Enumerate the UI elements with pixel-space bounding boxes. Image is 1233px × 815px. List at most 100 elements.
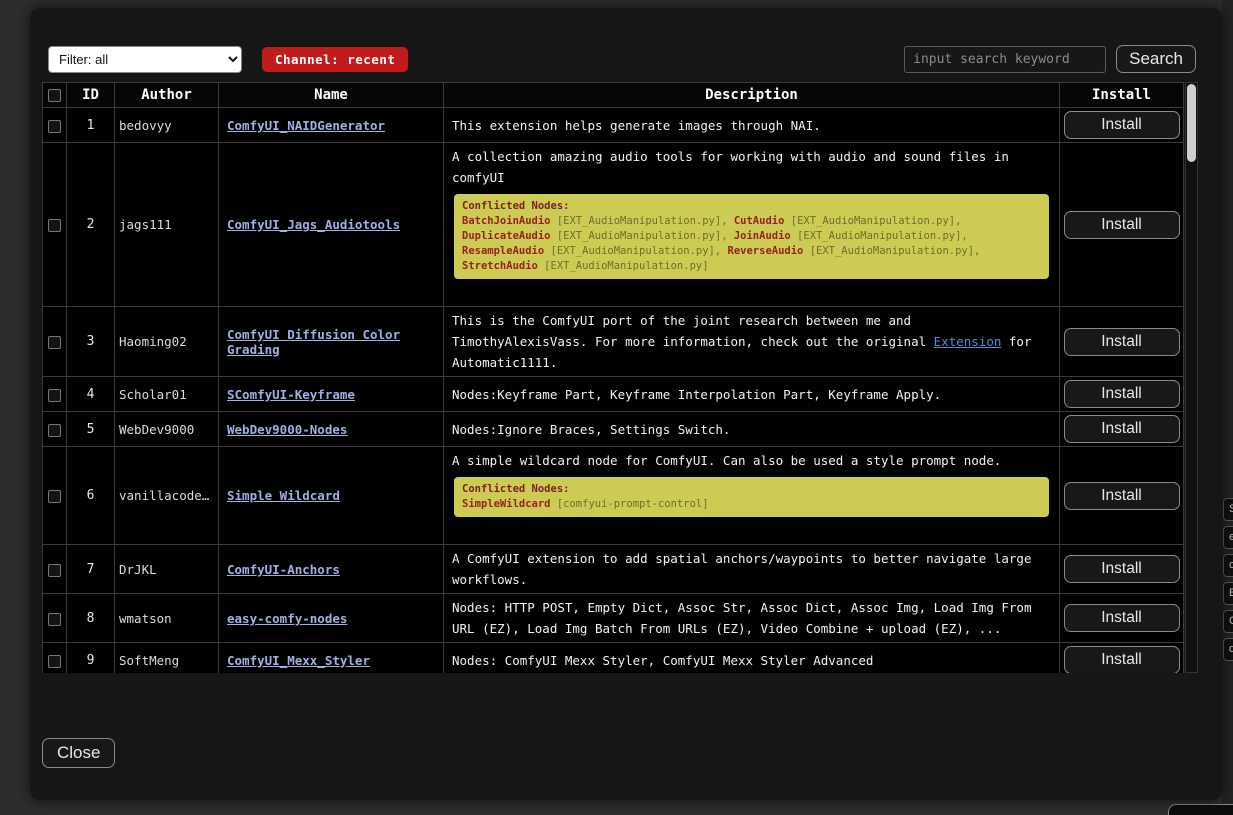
row-checkbox[interactable]	[48, 219, 61, 232]
install-button[interactable]: Install	[1064, 415, 1180, 443]
conflict-list: SimpleWildcard [comfyui-prompt-control]	[462, 497, 1041, 512]
conflict-warning: Conflicted Nodes:BatchJoinAudio [EXT_Aud…	[454, 194, 1049, 279]
table-scrollbar-thumb[interactable]	[1187, 84, 1196, 162]
filter-select[interactable]: Filter: all	[48, 46, 242, 73]
conflict-node-name: CutAudio	[734, 215, 785, 227]
row-author: WebDev9000	[115, 412, 219, 447]
header-author: Author	[115, 83, 219, 108]
table-row: 7DrJKL ComfyUI-Anchors A ComfyUI extension…	[43, 545, 1184, 594]
row-id: 2	[67, 143, 115, 307]
table-row: 1bedovyyComfyUI_NAIDGeneratorThis extens…	[43, 108, 1184, 143]
row-checkbox[interactable]	[48, 389, 61, 402]
row-description: This is the ComfyUI port of the joint re…	[444, 307, 1060, 377]
conflict-title: Conflicted Nodes:	[462, 199, 1041, 214]
conflict-node-source: [EXT_AudioManipulation.py],	[551, 230, 734, 242]
install-button[interactable]: Install	[1064, 482, 1180, 510]
table-row: 4Scholar01 SComfyUI-Keyframe Nodes:Keyfram…	[43, 377, 1184, 412]
row-checkbox[interactable]	[48, 613, 61, 626]
table-row: 3Haoming02 ComfyUI Diffusion Color Gradin…	[43, 307, 1184, 377]
conflict-list: BatchJoinAudio [EXT_AudioManipulation.py…	[462, 214, 1041, 274]
channel-badge[interactable]: Channel: recent	[262, 47, 408, 72]
conflict-node-source: [EXT_AudioManipulation.py],	[544, 245, 727, 257]
conflict-node-source: [EXT_AudioManipulation.py],	[791, 230, 968, 242]
install-button[interactable]: Install	[1064, 111, 1180, 139]
background-menu-fragment: d	[1223, 638, 1233, 661]
extension-name-link[interactable]: SComfyUI-Keyframe	[227, 387, 355, 402]
description-text: Nodes:Keyframe Part, Keyframe Interpolat…	[452, 384, 1051, 405]
row-id: 8	[67, 594, 115, 643]
row-checkbox[interactable]	[48, 655, 61, 668]
row-author: Scholar01	[115, 377, 219, 412]
description-text: This is the ComfyUI port of the joint re…	[452, 310, 1051, 373]
extension-name-link[interactable]: ComfyUI_NAIDGenerator	[227, 118, 385, 133]
table-row: 9SoftMengComfyUI_Mexx_StylerNodes: Comfy…	[43, 643, 1184, 674]
install-button[interactable]: Install	[1064, 604, 1180, 632]
extension-name-link[interactable]: ComfyUI Diffusion Color Grading	[227, 327, 400, 357]
extension-name-link[interactable]: easy-comfy-nodes	[227, 611, 347, 626]
row-author: jags111	[115, 143, 219, 307]
description-link[interactable]: Extension	[934, 334, 1002, 349]
install-custom-nodes-dialog: Filter: all Channel: recent Search ID Au…	[30, 8, 1222, 800]
conflict-title: Conflicted Nodes:	[462, 482, 1041, 497]
install-button[interactable]: Install	[1064, 380, 1180, 408]
row-description: Nodes: HTTP POST, Empty Dict, Assoc Str,…	[444, 594, 1060, 643]
row-description: A collection amazing audio tools for wor…	[444, 143, 1060, 307]
table-header-row: ID Author Name Description Install	[43, 83, 1184, 108]
row-checkbox[interactable]	[48, 120, 61, 133]
install-button[interactable]: Install	[1064, 328, 1180, 356]
row-description: Nodes: ComfyUI Mexx Styler, ComfyUI Mexx…	[444, 643, 1060, 674]
description-text: A collection amazing audio tools for wor…	[452, 146, 1051, 188]
table-row: 5WebDev9000 WebDev9000-Nodes Nodes:Ignore …	[43, 412, 1184, 447]
extension-name-link[interactable]: ComfyUI_Mexx_Styler	[227, 653, 370, 668]
search-input[interactable]	[904, 46, 1106, 73]
header-name: Name	[219, 83, 444, 108]
description-text: Nodes: ComfyUI Mexx Styler, ComfyUI Mexx…	[452, 650, 1051, 671]
extension-name-link[interactable]: ComfyUI_Jags_Audiotools	[227, 217, 400, 232]
conflict-node-source: [EXT_AudioManipulation.py]	[538, 260, 709, 272]
conflict-node-name: ReverseAudio	[728, 245, 804, 257]
row-author: Haoming02	[115, 307, 219, 377]
description-text: Nodes:Ignore Braces, Settings Switch.	[452, 419, 1051, 440]
row-id: 1	[67, 108, 115, 143]
search-button[interactable]: Search	[1116, 45, 1196, 73]
row-id: 4	[67, 377, 115, 412]
row-description: A ComfyUI extension to add spatial ancho…	[444, 545, 1060, 594]
table-row: 8wmatsoneasy-comfy-nodesNodes: HTTP POST…	[43, 594, 1184, 643]
description-text: A ComfyUI extension to add spatial ancho…	[452, 548, 1051, 590]
row-id: 7	[67, 545, 115, 594]
conflict-node-name: StretchAudio	[462, 260, 538, 272]
background-menu-fragment: S	[1223, 498, 1233, 521]
row-id: 3	[67, 307, 115, 377]
header-description: Description	[444, 83, 1060, 108]
row-checkbox[interactable]	[48, 336, 61, 349]
install-button[interactable]: Install	[1064, 211, 1180, 239]
row-author: DrJKL	[115, 545, 219, 594]
row-author: vanillacode…	[115, 447, 219, 545]
description-text: Nodes: HTTP POST, Empty Dict, Assoc Str,…	[452, 597, 1051, 639]
row-author: SoftMeng	[115, 643, 219, 674]
row-id: 5	[67, 412, 115, 447]
conflict-node-source: [comfyui-prompt-control]	[551, 498, 709, 510]
select-all-checkbox[interactable]	[48, 89, 61, 102]
extension-name-link[interactable]: WebDev9000-Nodes	[227, 422, 347, 437]
description-text: This extension helps generate images thr…	[452, 115, 1051, 136]
background-button-fragment	[1168, 804, 1233, 815]
table-row: 2jags111 ComfyUI_Jags_Audiotools A collect…	[43, 143, 1184, 307]
row-checkbox[interactable]	[48, 490, 61, 503]
extension-name-link[interactable]: Simple Wildcard	[227, 488, 340, 503]
table-scrollbar[interactable]	[1185, 82, 1198, 673]
conflict-node-name: SimpleWildcard	[462, 498, 551, 510]
conflict-warning: Conflicted Nodes:SimpleWildcard [comfyui…	[454, 477, 1049, 517]
background-menu-fragment: E	[1223, 582, 1233, 605]
row-checkbox[interactable]	[48, 424, 61, 437]
close-button[interactable]: Close	[42, 738, 115, 768]
conflict-node-source: [EXT_AudioManipulation.py],	[784, 215, 961, 227]
row-description: Nodes:Ignore Braces, Settings Switch.	[444, 412, 1060, 447]
install-button[interactable]: Install	[1064, 646, 1180, 673]
install-button[interactable]: Install	[1064, 555, 1180, 583]
extensions-table: ID Author Name Description Install 1bedo…	[42, 82, 1198, 673]
row-checkbox[interactable]	[48, 564, 61, 577]
extension-name-link[interactable]: ComfyUI-Anchors	[227, 562, 340, 577]
table-row: 6vanillacode…Simple WildcardA simple wil…	[43, 447, 1184, 545]
row-id: 6	[67, 447, 115, 545]
